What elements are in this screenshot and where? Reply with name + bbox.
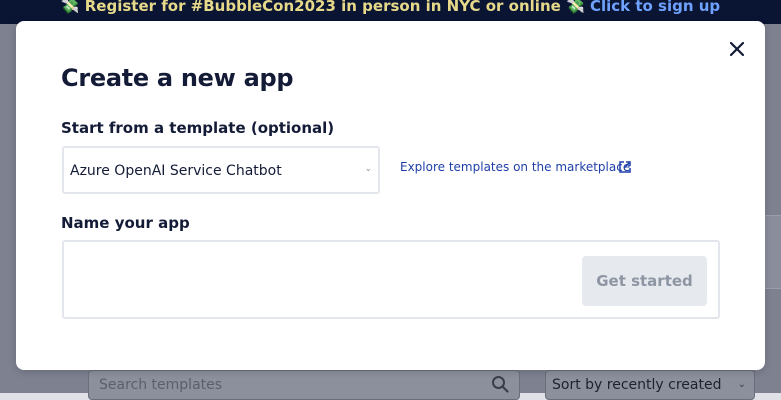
background-sort-value: Sort by recently created xyxy=(552,377,722,393)
money-emoji-right: 💸 xyxy=(566,0,585,15)
template-label: Start from a template (optional) xyxy=(61,119,335,137)
chevron-down-icon: ⌄ xyxy=(737,379,746,390)
background-search-placeholder: Search templates xyxy=(99,377,223,393)
template-select[interactable]: Azure OpenAI Service Chatbot ⌄ xyxy=(62,146,380,194)
modal-title: Create a new app xyxy=(61,64,294,92)
background-sort-select: Sort by recently created ⌄ xyxy=(545,370,755,400)
name-label: Name your app xyxy=(61,214,190,232)
create-app-modal: Create a new app Start from a template (… xyxy=(16,21,765,370)
app-name-container: Get started xyxy=(62,240,720,319)
app-name-input[interactable] xyxy=(70,256,574,304)
explore-marketplace-link[interactable]: Explore templates on the marketplace xyxy=(400,160,630,174)
template-select-value: Azure OpenAI Service Chatbot xyxy=(70,163,282,179)
money-emoji-left: 💸 xyxy=(60,0,80,15)
search-icon xyxy=(492,376,509,393)
banner-text: Register for #BubbleCon2023 in person in… xyxy=(79,0,567,15)
background-search-input: Search templates xyxy=(88,370,520,400)
external-link-icon[interactable] xyxy=(618,160,632,174)
get-started-button[interactable]: Get started xyxy=(582,256,707,306)
banner-signup-link[interactable]: Click to sign up xyxy=(590,0,720,15)
chevron-down-icon: ⌄ xyxy=(364,164,372,174)
close-icon[interactable] xyxy=(727,39,747,59)
background-panel xyxy=(765,215,781,289)
